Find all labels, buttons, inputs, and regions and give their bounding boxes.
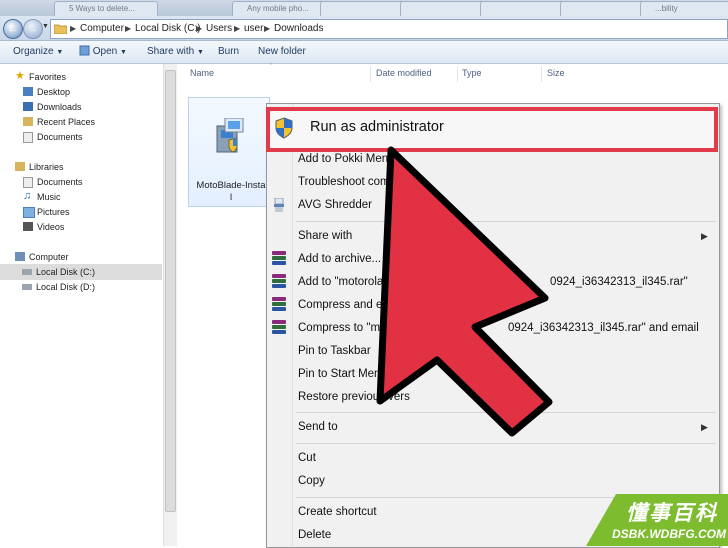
watermark-chinese-text: 懂事百科 — [626, 502, 718, 525]
watermark-url-text: DSBK.WDBFG.COM — [612, 527, 726, 541]
pointer-arrow-annotation — [376, 146, 553, 437]
watermark-logo: 懂事百科 DSBK.WDBFG.COM — [586, 494, 728, 546]
